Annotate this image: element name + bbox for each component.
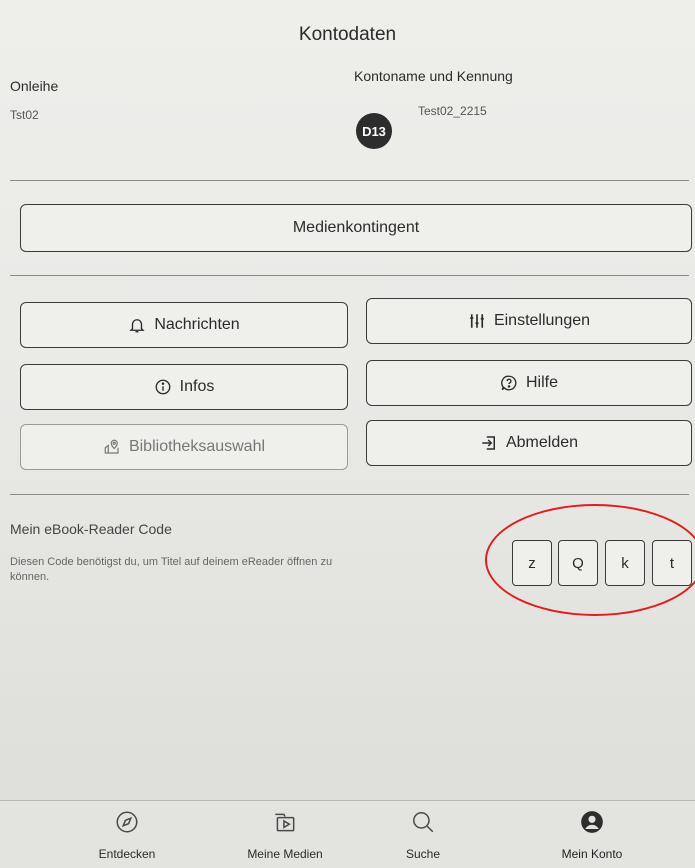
search-icon [410,809,436,835]
divider [10,180,689,181]
logout-label: Abmelden [505,434,579,451]
media-quota-label: Medienkontingent [292,219,420,236]
info-label: Infos [179,378,215,395]
media-quota-button[interactable]: Medienkontingent [20,204,692,252]
avatar: D13 [356,113,392,149]
library-label: Onleihe [10,78,59,94]
compass-icon [114,809,140,835]
reader-code-title: Mein eBook-Reader Code [10,521,172,537]
page-title: Kontodaten [298,24,397,45]
nav-search-label: Suche [405,847,441,861]
library-value: Tst02 [10,108,39,122]
settings-label: Einstellungen [493,312,591,329]
help-label: Hilfe [525,374,558,391]
nav-my-media-label: Meine Medien [247,847,323,861]
account-name-label: Kontoname und Kennung [354,68,513,84]
user-icon [579,809,605,835]
nav-search[interactable]: Suche [368,809,478,861]
sliders-icon [468,312,486,330]
account-id: Test02_2215 [418,104,487,118]
bell-icon [128,316,146,334]
nav-discover-label: Entdecken [98,847,156,861]
library-select-button[interactable]: Bibliotheksauswahl [20,424,348,470]
settings-button[interactable]: Einstellungen [366,298,692,344]
map-pin-icon [103,438,121,456]
logout-button[interactable]: Abmelden [366,420,692,466]
question-bubble-icon [500,374,518,392]
highlight-circle [485,504,695,616]
divider [10,275,689,276]
library-select-label: Bibliotheksauswahl [128,438,266,455]
info-button[interactable]: Infos [20,364,348,410]
bottom-nav: Entdecken Meine Medien Suche Mein Konto [0,800,695,868]
help-button[interactable]: Hilfe [366,360,692,406]
nav-discover[interactable]: Entdecken [72,809,182,861]
reader-code-description: Diesen Code benötigst du, um Titel auf d… [10,556,333,583]
info-circle-icon [154,378,172,396]
account-screen: Kontodaten Onleihe Tst02 Kontoname und K… [0,0,695,868]
divider [10,494,689,495]
messages-label: Nachrichten [154,316,240,333]
messages-button[interactable]: Nachrichten [20,302,348,348]
logout-icon [480,434,498,452]
nav-my-account[interactable]: Mein Konto [537,809,647,861]
nav-my-media[interactable]: Meine Medien [230,809,340,861]
nav-my-account-label: Mein Konto [561,847,623,861]
media-library-icon [272,809,298,835]
